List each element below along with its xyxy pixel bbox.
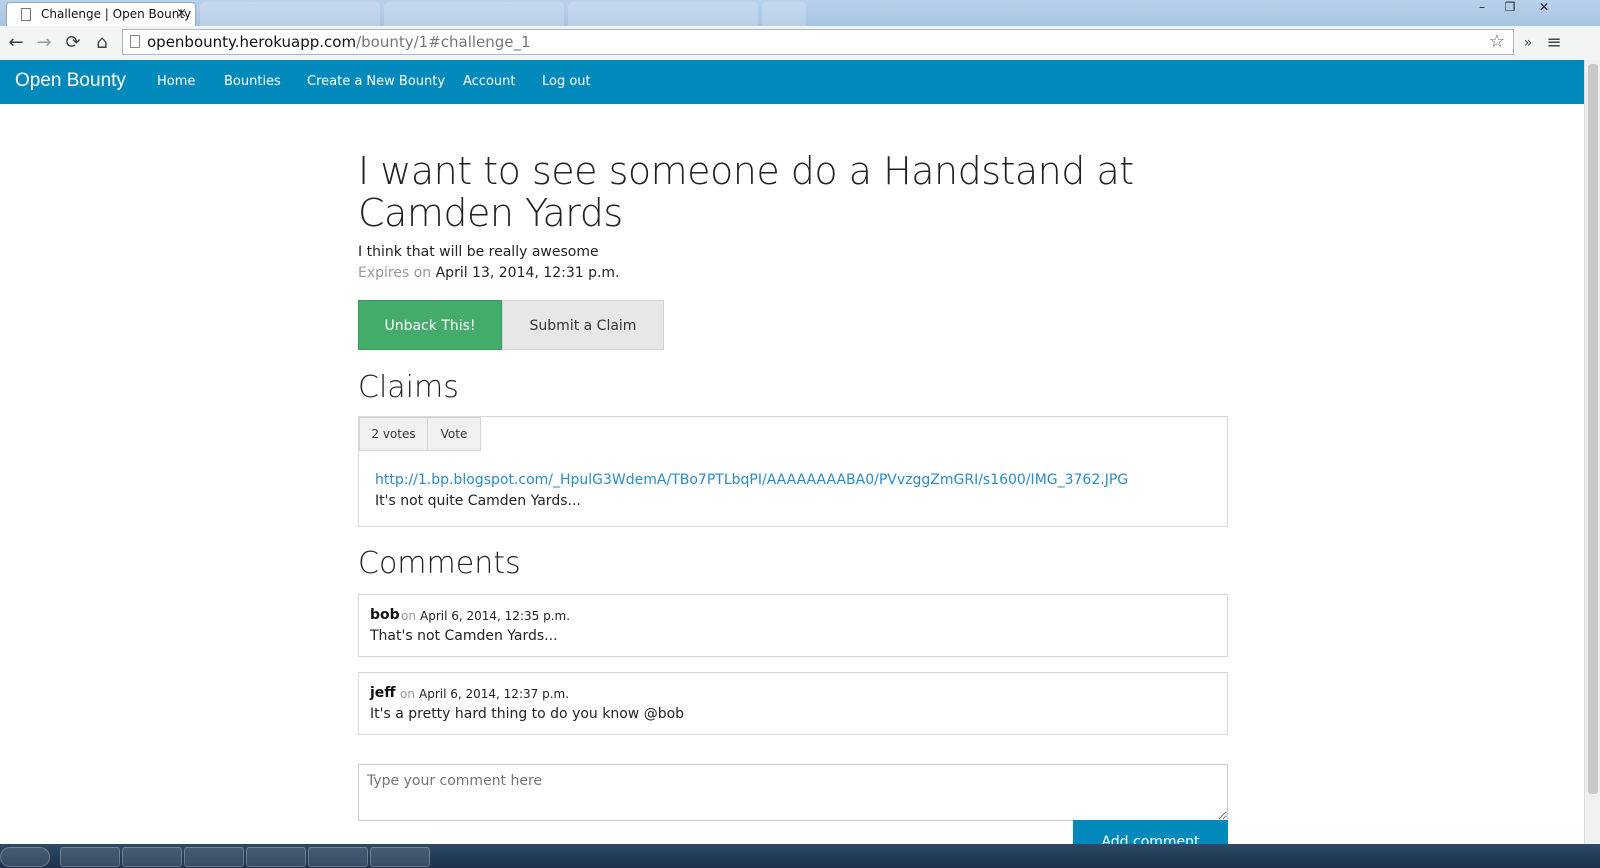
bounty-title: I want to see someone do a Handstand at … bbox=[358, 149, 1134, 235]
comment-date: April 6, 2014, 12:37 p.m. bbox=[419, 687, 570, 701]
nav-create-bounty[interactable]: Create a New Bounty bbox=[307, 74, 445, 89]
site-navbar: Open Bounty Home Bounties Create a New B… bbox=[0, 60, 1584, 104]
comments-heading: Comments bbox=[358, 546, 521, 581]
page-icon bbox=[21, 8, 31, 21]
unback-button[interactable]: Unback This! bbox=[358, 300, 502, 350]
browser-tab-background[interactable] bbox=[568, 2, 758, 26]
address-bar[interactable]: openbounty.herokuapp.com/bounty/1#challe… bbox=[122, 29, 1514, 55]
home-icon[interactable]: ⌂ bbox=[90, 31, 114, 55]
browser-tab-active[interactable]: Challenge | Open Bounty × bbox=[6, 2, 196, 26]
forward-icon[interactable]: → bbox=[32, 31, 56, 55]
browser-toolbar: ← → ⟳ ⌂ openbounty.herokuapp.com/bounty/… bbox=[0, 26, 1600, 61]
claim-panel: 2 votes Vote http://1.bp.blogspot.com/_H… bbox=[358, 416, 1228, 527]
claims-heading: Claims bbox=[358, 370, 459, 405]
expires-label: Expires on bbox=[358, 265, 432, 281]
comment-on-label: on bbox=[400, 687, 415, 701]
comment-item: bob on April 6, 2014, 12:35 p.m. That's … bbox=[358, 594, 1228, 657]
menu-icon[interactable]: ≡ bbox=[1542, 31, 1566, 55]
browser-tab-background[interactable] bbox=[384, 2, 564, 26]
new-tab-button[interactable] bbox=[762, 2, 806, 26]
nav-home[interactable]: Home bbox=[157, 74, 195, 89]
tab-close-icon[interactable]: × bbox=[176, 6, 187, 21]
nav-bounties[interactable]: Bounties bbox=[224, 74, 281, 89]
comment-text: That's not Camden Yards... bbox=[370, 628, 558, 644]
taskbar-item[interactable] bbox=[246, 847, 306, 867]
vote-button[interactable]: Vote bbox=[427, 417, 481, 451]
close-window-icon[interactable]: ✕ bbox=[1530, 0, 1558, 18]
brand-logo[interactable]: Open Bounty bbox=[15, 70, 126, 92]
start-button[interactable] bbox=[0, 847, 50, 867]
comment-date: April 6, 2014, 12:35 p.m. bbox=[420, 609, 571, 623]
page-icon bbox=[130, 35, 140, 48]
browser-tab-background[interactable] bbox=[200, 2, 380, 26]
taskbar-item[interactable] bbox=[308, 847, 368, 867]
extensions-chevron-icon[interactable]: » bbox=[1516, 31, 1540, 55]
url-host: openbounty.herokuapp.com bbox=[147, 33, 357, 51]
bounty-description: I think that will be really awesome bbox=[358, 244, 599, 260]
expires-value: April 13, 2014, 12:31 p.m. bbox=[435, 265, 620, 281]
nav-logout[interactable]: Log out bbox=[542, 74, 591, 89]
comment-item: jeff on April 6, 2014, 12:37 p.m. It's a… bbox=[358, 672, 1228, 735]
taskbar-item[interactable] bbox=[370, 847, 430, 867]
nav-account[interactable]: Account bbox=[463, 74, 516, 89]
tab-title: Challenge | Open Bounty bbox=[41, 7, 192, 21]
taskbar-item[interactable] bbox=[184, 847, 244, 867]
reload-icon[interactable]: ⟳ bbox=[61, 31, 85, 55]
comment-author: bob bbox=[370, 607, 400, 623]
bounty-expiry: Expires on April 13, 2014, 12:31 p.m. bbox=[358, 265, 620, 281]
bookmark-star-icon[interactable]: ☆ bbox=[1489, 30, 1505, 54]
comment-text: It's a pretty hard thing to do you know … bbox=[370, 706, 685, 722]
vote-count: 2 votes bbox=[359, 417, 428, 451]
os-taskbar bbox=[0, 844, 1600, 868]
back-icon[interactable]: ← bbox=[4, 31, 28, 55]
claim-link[interactable]: http://1.bp.blogspot.com/_HpulG3WdemA/TB… bbox=[375, 472, 1128, 488]
browser-tabstrip: Challenge | Open Bounty × – ❐ ✕ bbox=[0, 0, 1600, 27]
url-path: /bounty/1#challenge_1 bbox=[356, 33, 531, 51]
submit-claim-button[interactable]: Submit a Claim bbox=[502, 300, 664, 350]
taskbar-item[interactable] bbox=[60, 847, 120, 867]
comment-author: jeff bbox=[370, 685, 396, 701]
page-scrollbar[interactable] bbox=[1584, 60, 1600, 844]
scrollbar-thumb[interactable] bbox=[1588, 64, 1598, 794]
restore-icon[interactable]: ❐ bbox=[1496, 0, 1524, 18]
taskbar-item[interactable] bbox=[122, 847, 182, 867]
comment-textarea[interactable] bbox=[358, 764, 1228, 821]
claim-text: It's not quite Camden Yards... bbox=[375, 493, 581, 509]
comment-on-label: on bbox=[401, 609, 416, 623]
minimize-icon[interactable]: – bbox=[1468, 0, 1496, 18]
